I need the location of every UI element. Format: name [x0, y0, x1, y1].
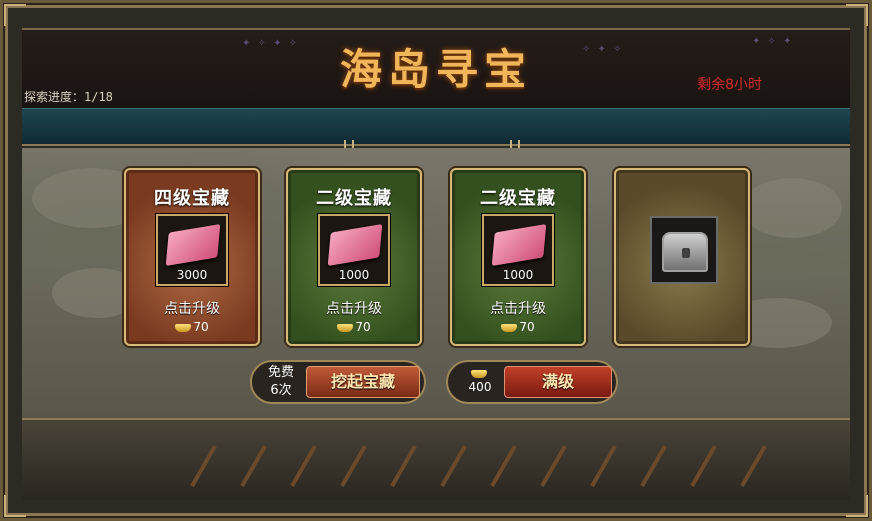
reward-quantity: 1000 — [338, 268, 370, 282]
header-band — [22, 108, 850, 146]
free-count: 6次 — [270, 383, 292, 398]
upgrade-cost-value: 70 — [519, 320, 535, 334]
free-dig-group: 免费 6次 挖起宝藏 — [250, 360, 426, 404]
reward-quantity: 1000 — [502, 268, 534, 282]
free-label: 免费 — [267, 365, 294, 380]
treasure-card-4[interactable] — [614, 168, 750, 346]
upgrade-link[interactable]: 点击升级 — [126, 298, 258, 318]
gold-ingot-icon — [175, 323, 192, 332]
lock-icon — [682, 248, 690, 258]
max-level-button[interactable]: 满级 — [504, 366, 612, 398]
treasure-card-1[interactable]: 四级宝藏 3000 点击升级 70 — [124, 168, 260, 346]
treasure-level-label: 二级宝藏 — [480, 188, 556, 209]
gold-ingot-icon — [337, 323, 354, 332]
dig-treasure-button[interactable]: 挖起宝藏 — [306, 366, 420, 398]
reward-slot[interactable]: 1000 — [482, 214, 554, 286]
upgrade-cost: 70 — [288, 320, 420, 334]
upgrade-link[interactable]: 点击升级 — [288, 298, 420, 318]
max-level-cost: 400 — [460, 366, 500, 394]
treasure-card-3[interactable]: 二级宝藏 1000 点击升级 70 — [450, 168, 586, 346]
reward-quantity: 3000 — [176, 268, 208, 282]
gold-ingot-icon — [501, 323, 518, 332]
free-attempts-label: 免费 6次 — [258, 364, 304, 400]
silk-cloth-icon — [165, 223, 221, 267]
reward-slot[interactable]: 3000 — [156, 214, 228, 286]
treasure-level-label: 二级宝藏 — [316, 188, 392, 209]
treasure-chest-icon — [662, 232, 708, 272]
max-level-cost-value: 400 — [468, 380, 492, 394]
reward-slot[interactable] — [650, 216, 718, 284]
frame-corner-ornament — [4, 4, 26, 26]
silk-cloth-icon — [327, 223, 383, 267]
panel-header: ✦ ✧ ✦ ✧ ✧ ✦ ✧ ✦ ✧ ✦ 海岛寻宝 探索进度：1/18 剩余8小时 — [22, 28, 850, 110]
treasure-level-label: 四级宝藏 — [154, 188, 230, 209]
ship-deck-decoration — [22, 418, 850, 500]
max-level-group: 400 满级 — [446, 360, 618, 404]
treasure-card-2[interactable]: 二级宝藏 1000 点击升级 70 — [286, 168, 422, 346]
reward-slot[interactable]: 1000 — [318, 214, 390, 286]
gold-ingot-icon — [471, 369, 487, 378]
upgrade-cost-value: 70 — [193, 320, 209, 334]
upgrade-cost-value: 70 — [355, 320, 371, 334]
upgrade-cost: 70 — [452, 320, 584, 334]
remaining-time: 剩余8小时 — [697, 77, 762, 93]
upgrade-link[interactable]: 点击升级 — [452, 298, 584, 318]
mist-decoration — [742, 178, 842, 238]
upgrade-cost: 70 — [126, 320, 258, 334]
frame-corner-ornament — [846, 4, 868, 26]
silk-cloth-icon — [491, 223, 547, 267]
exploration-progress: 探索进度：1/18 — [24, 90, 113, 104]
